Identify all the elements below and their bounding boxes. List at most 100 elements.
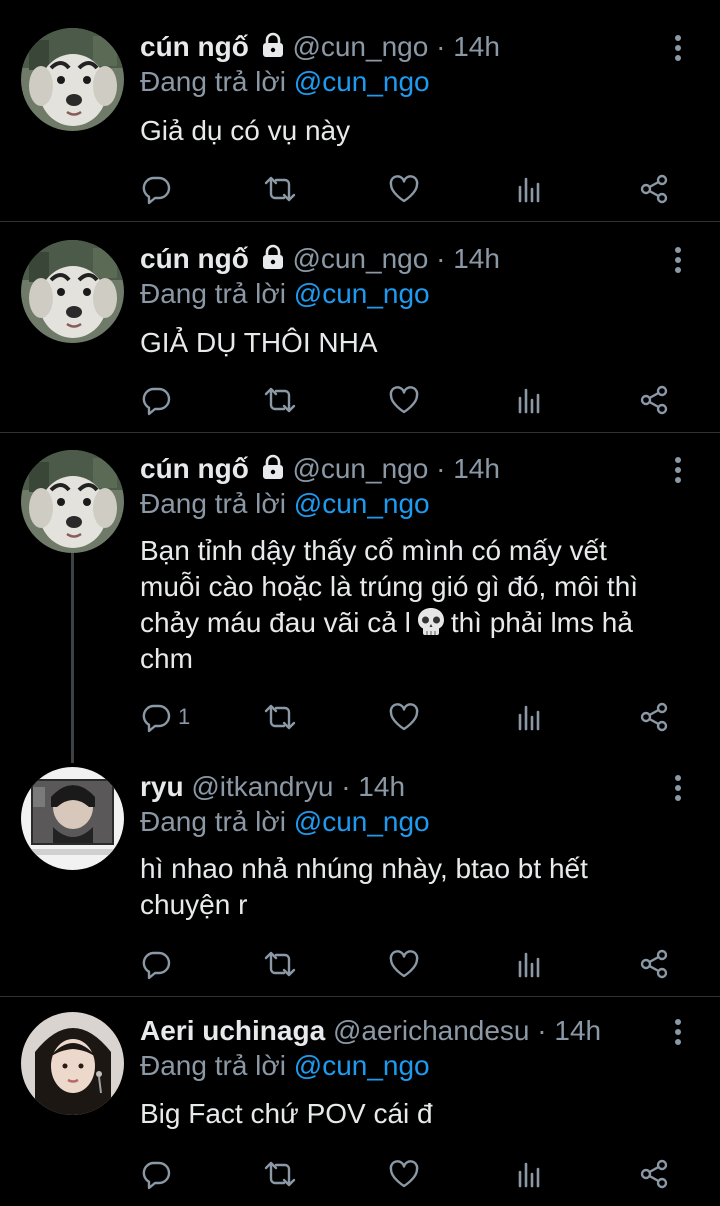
mention-link[interactable]: @cun_ngo (294, 806, 430, 837)
tweet[interactable]: ryu @itkandryu · 14h Đang trả lời @cun_n… (0, 755, 720, 997)
retweet-button[interactable] (262, 1154, 298, 1194)
views-icon (514, 948, 546, 980)
avatar[interactable] (21, 240, 124, 343)
heart-icon (388, 948, 420, 980)
replying-to: Đang trả lời @cun_ngo (140, 487, 430, 521)
tweet[interactable]: cún ngố @cun_ngo · 14h Đang trả lời @cun… (0, 433, 720, 763)
share-icon (638, 1158, 670, 1190)
views-button[interactable] (514, 944, 546, 984)
display-name[interactable]: ryu (140, 771, 184, 802)
action-bar (0, 1154, 720, 1194)
views-button[interactable] (514, 380, 546, 420)
avatar[interactable] (21, 767, 124, 870)
like-button[interactable] (388, 169, 420, 209)
user-handle[interactable]: @aerichandesu (333, 1015, 530, 1046)
user-handle[interactable]: @itkandryu (191, 771, 333, 802)
reply-button[interactable] (140, 1154, 172, 1194)
reply-feed: cún ngố @cun_ngo · 14h Đang trả lời @cun… (0, 0, 720, 1206)
more-options-button[interactable] (664, 32, 692, 66)
display-name[interactable]: Aeri uchinaga (140, 1015, 325, 1046)
replying-to: Đang trả lời @cun_ngo (140, 277, 430, 311)
action-bar (0, 169, 720, 209)
views-button[interactable] (514, 1154, 546, 1194)
avatar[interactable] (21, 450, 124, 553)
share-button[interactable] (638, 944, 670, 984)
tweet[interactable]: Aeri uchinaga @aerichandesu · 14h Đang t… (0, 997, 720, 1206)
user-handle[interactable]: @cun_ngo (292, 243, 428, 274)
reply-icon (140, 1158, 172, 1190)
more-vertical-icon (674, 1018, 682, 1046)
lock-icon (261, 32, 285, 58)
avatar[interactable] (21, 28, 124, 131)
user-handle[interactable]: @cun_ngo (292, 453, 428, 484)
reply-icon (140, 948, 172, 980)
like-button[interactable] (388, 944, 420, 984)
heart-icon (388, 384, 420, 416)
retweet-icon (262, 384, 298, 416)
separator: · (436, 31, 446, 62)
more-vertical-icon (674, 456, 682, 484)
share-button[interactable] (638, 169, 670, 209)
tweet-text-line: hì nhao nhả nhúng nhày, btao bt hết (140, 853, 588, 884)
like-button[interactable] (388, 697, 420, 737)
timestamp[interactable]: 14h (358, 771, 405, 802)
tweet-text: Bạn tỉnh dậy thấy cổ mình có mấy vết muỗ… (140, 533, 700, 677)
display-name[interactable]: cún ngố (140, 31, 249, 62)
tweet-header: ryu @itkandryu · 14h (140, 770, 405, 804)
dog-avatar-image (21, 28, 124, 131)
reply-icon (140, 701, 172, 733)
mention-link[interactable]: @cun_ngo (294, 488, 430, 519)
share-button[interactable] (638, 697, 670, 737)
retweet-button[interactable] (262, 169, 298, 209)
tweet[interactable]: cún ngố @cun_ngo · 14h Đang trả lời @cun… (0, 222, 720, 433)
reply-count: 1 (178, 704, 191, 729)
retweet-button[interactable] (262, 697, 298, 737)
reply-button[interactable] (140, 169, 172, 209)
display-name[interactable]: cún ngố (140, 243, 249, 274)
tweet-text-segment: thì phải lms hả (450, 607, 633, 638)
lock-icon (261, 244, 285, 270)
dog-avatar-image (21, 450, 124, 553)
reply-icon (140, 384, 172, 416)
mention-link[interactable]: @cun_ngo (294, 66, 430, 97)
more-options-button[interactable] (664, 244, 692, 278)
timestamp[interactable]: 14h (453, 243, 500, 274)
timestamp[interactable]: 14h (554, 1015, 601, 1046)
timestamp[interactable]: 14h (453, 31, 500, 62)
tweet-text-line: chuyện r (140, 889, 248, 920)
avatar[interactable] (21, 1012, 124, 1115)
mention-link[interactable]: @cun_ngo (294, 278, 430, 309)
tweet[interactable]: cún ngố @cun_ngo · 14h Đang trả lời @cun… (0, 0, 720, 222)
more-options-button[interactable] (664, 1016, 692, 1050)
action-bar (0, 944, 720, 984)
share-button[interactable] (638, 380, 670, 420)
views-button[interactable] (514, 169, 546, 209)
lock-icon (261, 454, 285, 480)
tweet-header: cún ngố @cun_ngo · 14h (140, 452, 500, 486)
reply-button[interactable]: 1 (140, 697, 190, 737)
retweet-button[interactable] (262, 944, 298, 984)
more-options-button[interactable] (664, 454, 692, 488)
skull-emoji (415, 606, 447, 638)
retweet-icon (262, 173, 298, 205)
views-icon (514, 1158, 546, 1190)
like-button[interactable] (388, 380, 420, 420)
action-bar: 1 (0, 697, 720, 737)
views-button[interactable] (514, 697, 546, 737)
reply-button[interactable] (140, 944, 172, 984)
reply-button[interactable] (140, 380, 172, 420)
replying-to: Đang trả lời @cun_ngo (140, 805, 430, 839)
user-handle[interactable]: @cun_ngo (292, 31, 428, 62)
views-icon (514, 384, 546, 416)
mention-link[interactable]: @cun_ngo (294, 1050, 430, 1081)
retweet-icon (262, 1158, 298, 1190)
like-button[interactable] (388, 1154, 420, 1194)
display-name[interactable]: cún ngố (140, 453, 249, 484)
retweet-button[interactable] (262, 380, 298, 420)
tweet-text: Giả dụ có vụ này (140, 115, 351, 146)
more-options-button[interactable] (664, 772, 692, 806)
replying-to-label: Đang trả lời (140, 66, 286, 97)
timestamp[interactable]: 14h (453, 453, 500, 484)
share-button[interactable] (638, 1154, 670, 1194)
separator: · (537, 1015, 547, 1046)
